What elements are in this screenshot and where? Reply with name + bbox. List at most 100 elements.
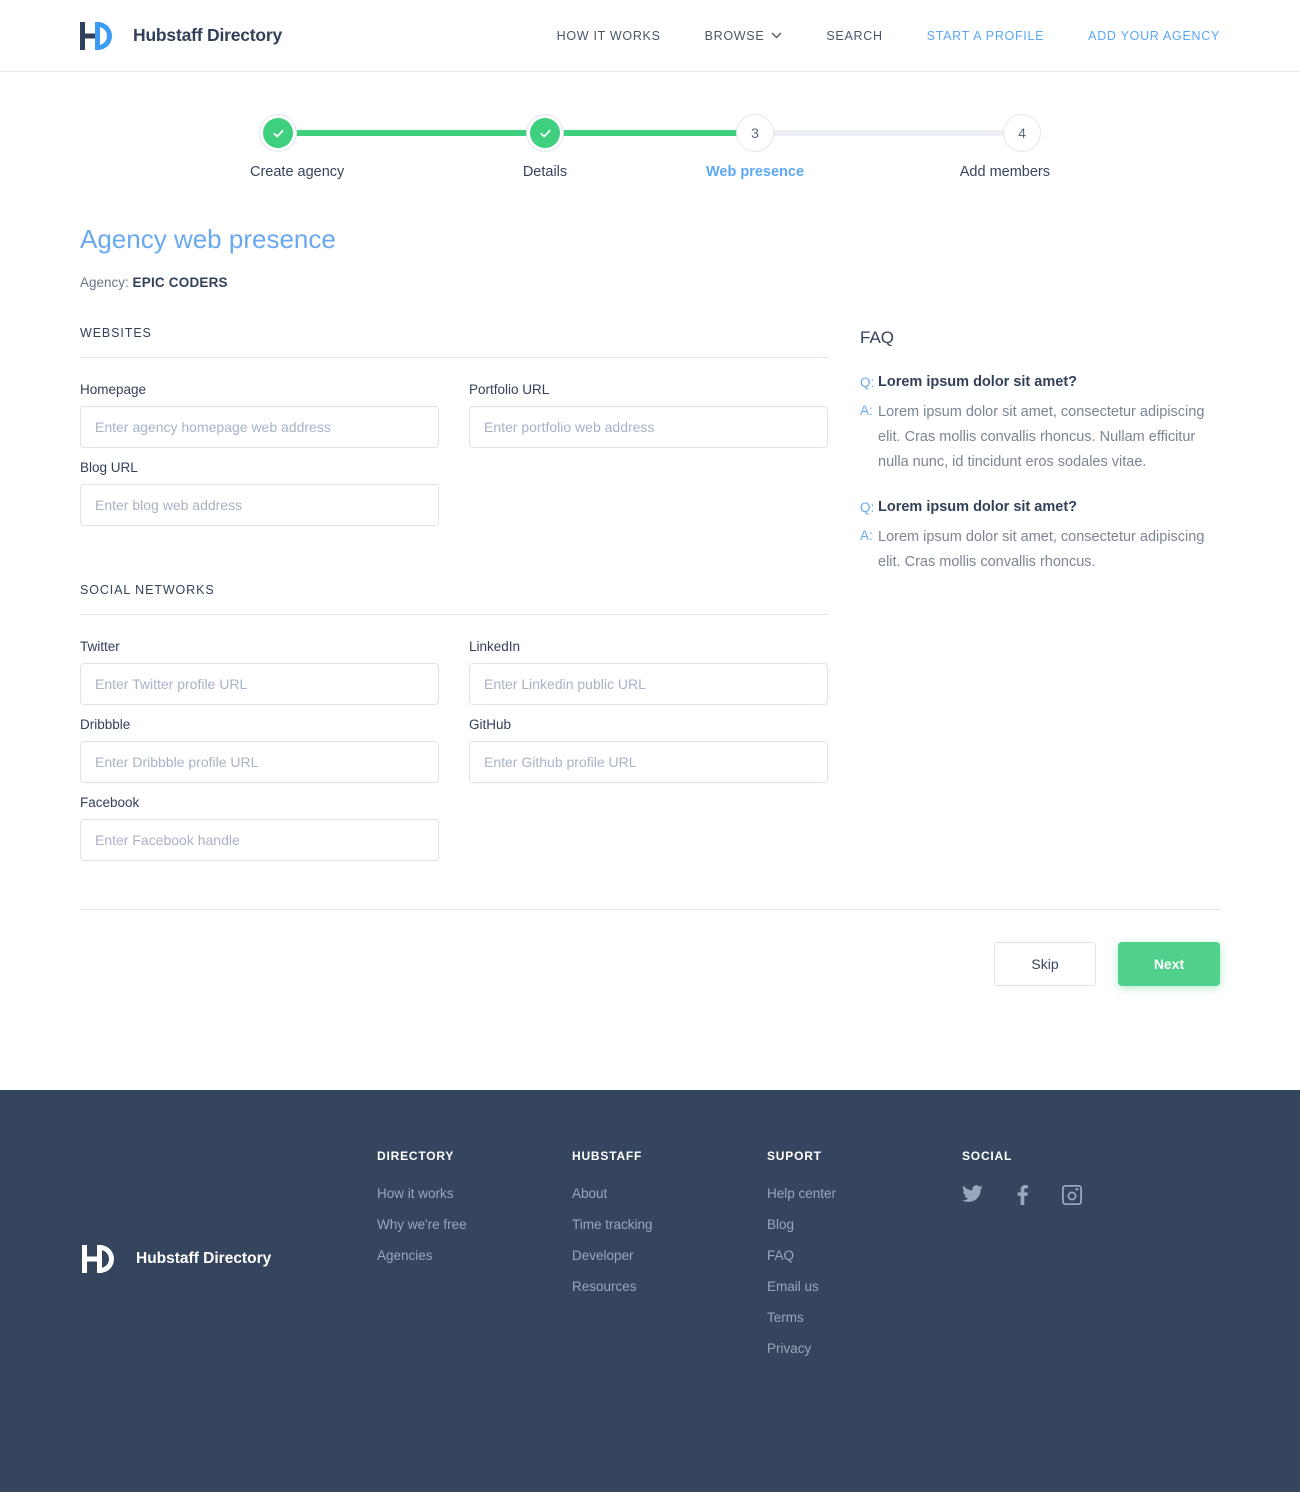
step-circle-inner: [530, 118, 560, 148]
field-label-facebook: Facebook: [80, 795, 140, 810]
nav-item-how-it-works[interactable]: HOW IT WORKS: [557, 29, 661, 43]
twitter-input[interactable]: [80, 663, 439, 705]
hubstaff-directory-logo-icon: [80, 21, 112, 50]
field-linkedin: LinkedIn: [469, 639, 828, 705]
field-github: GitHub: [469, 717, 828, 783]
field-label-portfolio-url: Portfolio URL: [469, 382, 550, 397]
facebook-input[interactable]: [80, 819, 439, 861]
field-label-linkedin: LinkedIn: [469, 639, 521, 654]
stepper-step-create-agency[interactable]: Create agency: [250, 114, 420, 180]
faq-question-1: Q: Lorem ipsum dolor sit amet?: [860, 372, 1220, 393]
chevron-down-icon: [771, 32, 782, 39]
field-label-twitter: Twitter: [80, 639, 120, 654]
field-dribbble: Dribbble: [80, 717, 439, 783]
step-circle-inner: [263, 118, 293, 148]
footer-link-agencies[interactable]: Agencies: [377, 1248, 572, 1263]
footer-link-resources[interactable]: Resources: [572, 1279, 767, 1294]
stepper-step-details[interactable]: Details: [460, 114, 630, 180]
blog-url-input[interactable]: [80, 484, 439, 526]
websites-section-heading: WEBSITES: [80, 326, 828, 358]
step-label-4: Add members: [959, 164, 1050, 180]
stepper-step-add-members[interactable]: 4 Add members: [880, 114, 1050, 180]
faq-answer-text: Lorem ipsum dolor sit amet, consectetur …: [878, 404, 1205, 470]
homepage-input[interactable]: [80, 406, 439, 448]
progress-stepper: Create agency Details 3 Web presence 4 A…: [250, 114, 1050, 180]
field-label-blog-url: Blog URL: [80, 460, 138, 475]
portfolio-url-input[interactable]: [469, 406, 828, 448]
next-button[interactable]: Next: [1118, 942, 1220, 986]
site-header: Hubstaff Directory HOW IT WORKS BROWSE S…: [0, 0, 1300, 72]
header-brand-name: Hubstaff Directory: [133, 25, 283, 45]
footer-links-hubstaff: About Time tracking Developer Resources: [572, 1186, 767, 1294]
footer-link-developer[interactable]: Developer: [572, 1248, 767, 1263]
footer-brand-name: Hubstaff Directory: [136, 1250, 272, 1267]
step-circle-2: [526, 114, 564, 152]
dribbble-input[interactable]: [80, 741, 439, 783]
social-networks-section-heading: SOCIAL NETWORKS: [80, 583, 828, 615]
footer-column-directory: DIRECTORY How it works Why we're free Ag…: [377, 1146, 572, 1372]
content-layout: WEBSITES Homepage Portfolio URL Blog URL…: [80, 326, 1220, 873]
footer-links-support: Help center Blog FAQ Email us Terms Priv…: [767, 1186, 962, 1356]
instagram-camera-icon: [1062, 1185, 1082, 1205]
linkedin-input[interactable]: [469, 663, 828, 705]
form-actions: Skip Next: [80, 942, 1220, 1090]
footer-link-help-center[interactable]: Help center: [767, 1186, 962, 1201]
agency-name: EPIC CODERS: [132, 275, 228, 290]
field-twitter: Twitter: [80, 639, 439, 705]
footer-links-directory: How it works Why we're free Agencies: [377, 1186, 572, 1263]
field-facebook: Facebook: [80, 795, 439, 861]
twitter-icon[interactable]: [962, 1185, 983, 1205]
footer-link-terms[interactable]: Terms: [767, 1310, 962, 1325]
github-input[interactable]: [469, 741, 828, 783]
field-label-homepage: Homepage: [80, 382, 147, 397]
footer-column-social: SOCIAL: [962, 1146, 1082, 1372]
facebook-f-icon: [1017, 1185, 1028, 1205]
footer-link-faq[interactable]: FAQ: [767, 1248, 962, 1263]
nav-item-browse[interactable]: BROWSE: [705, 29, 783, 43]
actions-divider: [80, 909, 1220, 910]
instagram-icon[interactable]: [1062, 1185, 1082, 1205]
page-title: Agency web presence: [80, 224, 336, 254]
nav-label: ADD YOUR AGENCY: [1088, 28, 1220, 43]
faq-question-text: Lorem ipsum dolor sit amet?: [878, 499, 1077, 515]
form-column: WEBSITES Homepage Portfolio URL Blog URL…: [80, 326, 828, 873]
faq-column: FAQ Q: Lorem ipsum dolor sit amet? A: Lo…: [828, 326, 1220, 873]
faq-answer-1: A: Lorem ipsum dolor sit amet, consectet…: [860, 400, 1220, 475]
stepper-steps: Create agency Details 3 Web presence 4 A…: [250, 114, 1050, 180]
websites-fields: Homepage Portfolio URL Blog URL: [80, 382, 828, 538]
footer-link-how-it-works[interactable]: How it works: [377, 1186, 572, 1201]
faq-q-tag: Q:: [860, 500, 875, 515]
step-label-3: Web presence: [705, 164, 805, 180]
footer-column-title: SUPORT: [767, 1149, 822, 1163]
footer-link-about[interactable]: About: [572, 1186, 767, 1201]
social-networks-fields: Twitter LinkedIn Dribbble GitHub Faceboo…: [80, 639, 828, 873]
faq-question-text: Lorem ipsum dolor sit amet?: [878, 374, 1077, 390]
footer-social-icons: [962, 1185, 1082, 1205]
nav-item-search[interactable]: SEARCH: [826, 29, 882, 43]
footer-link-email-us[interactable]: Email us: [767, 1279, 962, 1294]
nav-label: START A PROFILE: [926, 28, 1045, 43]
faq-q-tag: Q:: [860, 375, 875, 390]
stepper-step-web-presence[interactable]: 3 Web presence: [670, 114, 840, 180]
faq-a-tag: A:: [860, 528, 873, 543]
footer-link-why-were-free[interactable]: Why we're free: [377, 1217, 572, 1232]
footer-link-privacy[interactable]: Privacy: [767, 1341, 962, 1356]
skip-button[interactable]: Skip: [994, 942, 1096, 986]
footer-column-title: DIRECTORY: [377, 1149, 455, 1163]
faq-answer-2: A: Lorem ipsum dolor sit amet, consectet…: [860, 525, 1220, 575]
footer-brand[interactable]: Hubstaff Directory: [80, 1146, 377, 1372]
header-brand[interactable]: Hubstaff Directory: [78, 20, 282, 52]
nav-item-add-your-agency[interactable]: ADD YOUR AGENCY: [1088, 29, 1220, 43]
facebook-icon[interactable]: [1017, 1185, 1028, 1205]
nav-item-start-a-profile[interactable]: START A PROFILE: [927, 29, 1044, 43]
field-homepage: Homepage: [80, 382, 439, 448]
footer-link-time-tracking[interactable]: Time tracking: [572, 1217, 767, 1232]
step-label-1: Create agency: [250, 164, 345, 180]
footer-link-blog[interactable]: Blog: [767, 1217, 962, 1232]
field-label-dribbble: Dribbble: [80, 717, 131, 732]
footer-column-support: SUPORT Help center Blog FAQ Email us Ter…: [767, 1146, 962, 1372]
step-circle-3: 3: [736, 114, 774, 152]
faq-question-2: Q: Lorem ipsum dolor sit amet?: [860, 497, 1220, 518]
footer-column-hubstaff: HUBSTAFF About Time tracking Developer R…: [572, 1146, 767, 1372]
nav-label: BROWSE: [704, 28, 765, 43]
